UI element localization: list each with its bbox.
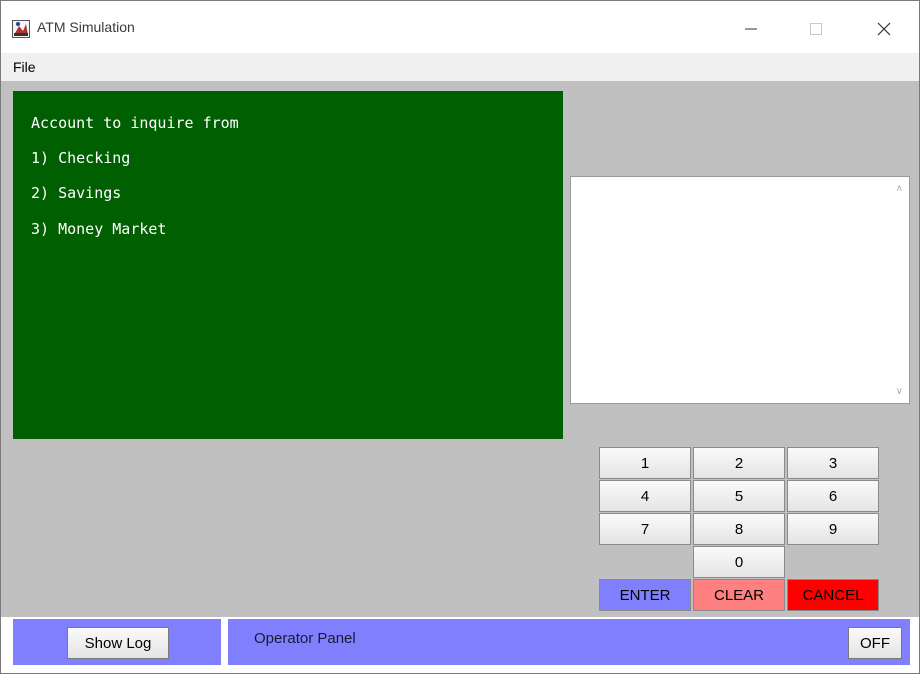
window-title: ATM Simulation xyxy=(37,19,135,35)
operator-panel: Operator Panel OFF xyxy=(228,619,910,665)
minimize-icon xyxy=(745,28,757,30)
menu-bar: File xyxy=(1,53,919,81)
clear-button[interactable]: CLEAR xyxy=(693,579,785,611)
operator-area: Show Log Operator Panel OFF xyxy=(1,617,919,673)
atm-app-icon xyxy=(12,20,30,38)
cancel-button[interactable]: CANCEL xyxy=(787,579,879,611)
operator-panel-label: Operator Panel xyxy=(254,630,356,647)
show-log-panel: Show Log xyxy=(13,619,221,665)
show-log-button[interactable]: Show Log xyxy=(67,627,169,659)
key-2-button[interactable]: 2 xyxy=(693,447,785,479)
key-7-button[interactable]: 7 xyxy=(599,513,691,545)
key-0-button[interactable]: 0 xyxy=(693,546,785,578)
key-3-button[interactable]: 3 xyxy=(787,447,879,479)
maximize-icon xyxy=(810,23,822,35)
key-6-button[interactable]: 6 xyxy=(787,480,879,512)
log-text-area[interactable]: ∧ ∨ xyxy=(570,176,910,404)
enter-button[interactable]: ENTER xyxy=(599,579,691,611)
atm-window: ATM Simulation File Account to inquire f… xyxy=(0,0,920,674)
display-line: 2) Savings xyxy=(31,184,122,202)
maximize-button[interactable] xyxy=(793,9,839,49)
display-line: Account to inquire from xyxy=(31,114,239,132)
key-5-button[interactable]: 5 xyxy=(693,480,785,512)
scroll-down-icon[interactable]: ∨ xyxy=(896,386,903,397)
key-4-button[interactable]: 4 xyxy=(599,480,691,512)
title-bar: ATM Simulation xyxy=(1,1,919,53)
display-line: 3) Money Market xyxy=(31,220,167,238)
atm-display: Account to inquire from 1) Checking 2) S… xyxy=(13,91,563,439)
display-line: 1) Checking xyxy=(31,149,131,167)
close-icon xyxy=(877,22,891,36)
key-1-button[interactable]: 1 xyxy=(599,447,691,479)
close-button[interactable] xyxy=(861,9,907,49)
file-menu[interactable]: File xyxy=(13,59,36,75)
minimize-button[interactable] xyxy=(728,9,774,49)
scroll-up-icon[interactable]: ∧ xyxy=(896,183,903,194)
off-button[interactable]: OFF xyxy=(848,627,902,659)
key-8-button[interactable]: 8 xyxy=(693,513,785,545)
key-9-button[interactable]: 9 xyxy=(787,513,879,545)
